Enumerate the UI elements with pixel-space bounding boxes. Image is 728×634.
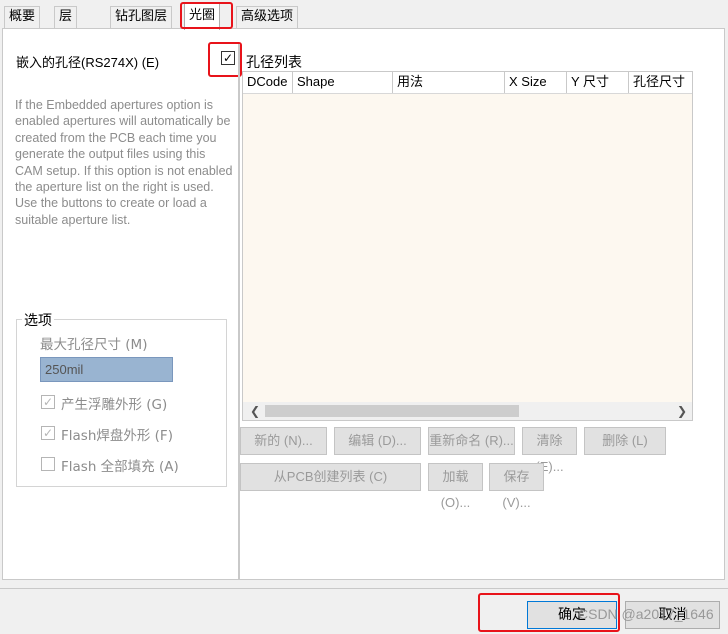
max-aperture-size-input[interactable]: 250mil xyxy=(40,357,173,382)
tab-drill-layers[interactable]: 钻孔图层 xyxy=(110,6,173,29)
tab-layers[interactable]: 层 xyxy=(54,6,78,29)
footer-separator xyxy=(0,588,728,589)
load-button[interactable]: 加载 (O)... xyxy=(428,463,483,510)
rename-button[interactable]: 重新命名 (R)... xyxy=(428,427,515,455)
max-aperture-size-label: 最大孔径尺寸 (M) xyxy=(40,337,148,353)
highlight-apertures-tab xyxy=(180,2,233,29)
help-text: If the Embedded apertures option is enab… xyxy=(15,98,233,227)
create-from-pcb-button[interactable]: 从PCB创建列表 (C) xyxy=(240,463,421,491)
save-button[interactable]: 保存 (V)... xyxy=(489,463,544,510)
column-y-size[interactable]: Y 尺寸 xyxy=(567,72,629,93)
flash-all-fills-checkbox[interactable] xyxy=(41,457,55,471)
divider xyxy=(238,44,240,580)
edit-button[interactable]: 编辑 (D)... xyxy=(334,427,421,455)
options-group-title: 选项 xyxy=(22,310,54,330)
checkmark-icon: ✓ xyxy=(42,395,54,409)
tab-advanced[interactable]: 高级选项 xyxy=(236,6,299,29)
scroll-right-icon[interactable]: ❯ xyxy=(672,403,692,419)
tab-overview[interactable]: 概要 xyxy=(4,6,41,29)
checkmark-icon: ✓ xyxy=(42,426,54,440)
embedded-apertures-label: 嵌入的孔径(RS274X) (E) xyxy=(16,55,160,70)
scroll-left-icon[interactable]: ❮ xyxy=(245,403,265,419)
generate-relief-checkbox[interactable]: ✓ xyxy=(41,395,55,409)
aperture-list-table[interactable]: DCode Shape 用法 X Size Y 尺寸 孔径尺寸 ❮ ❯ xyxy=(242,71,693,421)
flash-all-fills-label: Flash 全部填充 (A) xyxy=(61,459,179,475)
flash-pad-shapes-label: Flash焊盘外形 (F) xyxy=(61,428,173,444)
column-x-size[interactable]: X Size xyxy=(505,72,567,93)
column-hole-size[interactable]: 孔径尺寸 xyxy=(629,72,692,93)
scrollbar-thumb[interactable] xyxy=(265,405,519,417)
clear-button[interactable]: 清除 (E)... xyxy=(522,427,577,474)
table-header: DCode Shape 用法 X Size Y 尺寸 孔径尺寸 xyxy=(243,72,692,94)
horizontal-scrollbar[interactable]: ❮ ❯ xyxy=(243,402,692,420)
highlight-embedded-checkbox xyxy=(208,42,242,77)
aperture-list-title: 孔径列表 xyxy=(246,55,302,71)
column-shape[interactable]: Shape xyxy=(293,72,393,93)
flash-pad-shapes-checkbox[interactable]: ✓ xyxy=(41,426,55,440)
tab-bar: 概要 层 钻孔图层 光圈 高级选项 xyxy=(0,0,728,30)
column-dcode[interactable]: DCode xyxy=(243,72,293,93)
watermark: CSDN @a2017_1646 xyxy=(578,606,714,622)
new-button[interactable]: 新的 (N)... xyxy=(240,427,327,455)
delete-button[interactable]: 删除 (L) xyxy=(584,427,666,455)
column-usage[interactable]: 用法 xyxy=(393,72,505,93)
generate-relief-label: 产生浮雕外形 (G) xyxy=(61,397,168,413)
